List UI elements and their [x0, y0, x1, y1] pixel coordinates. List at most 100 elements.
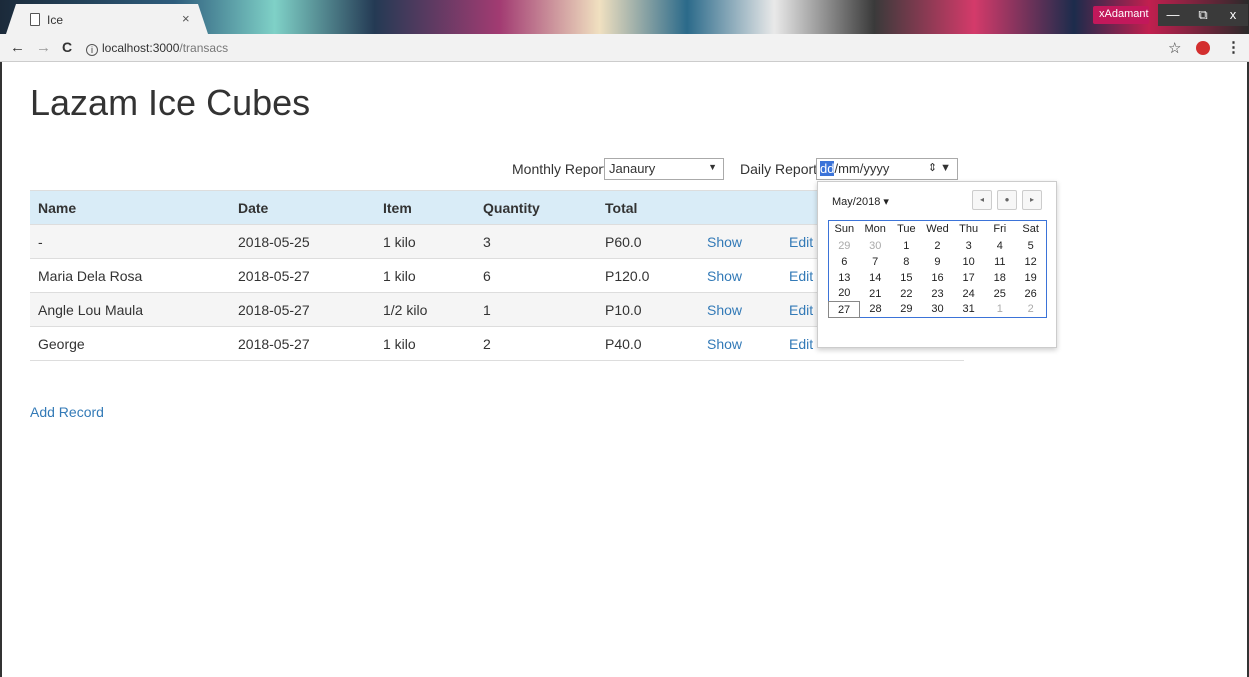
daily-report-label: Daily Report:	[740, 161, 821, 177]
day-cell[interactable]: 24	[953, 286, 984, 302]
close-window-icon[interactable]: x	[1218, 4, 1248, 26]
bookmark-star-icon[interactable]: ☆	[1168, 39, 1181, 57]
dropdown-arrow-icon: ▼	[708, 162, 717, 172]
monthly-report-value: Janaury	[609, 161, 656, 176]
day-cell[interactable]: 22	[891, 286, 922, 302]
forward-icon[interactable]: →	[36, 39, 51, 56]
cell-total: P120.0	[597, 258, 699, 293]
cell-item: 1/2 kilo	[375, 292, 475, 327]
column-header-total: Total	[597, 190, 699, 225]
day-cell[interactable]: 15	[891, 270, 922, 286]
day-cell[interactable]: 2	[1015, 302, 1046, 318]
date-day-segment[interactable]: dd	[820, 161, 835, 176]
cell-date: 2018-05-27	[230, 292, 375, 327]
week-row: 27 28 29 30 31 1 2	[827, 301, 1047, 318]
minimize-icon[interactable]: —	[1158, 4, 1188, 26]
show-link[interactable]: Show	[707, 268, 742, 284]
day-cell[interactable]: 12	[1015, 254, 1046, 270]
cell-date: 2018-05-27	[230, 326, 375, 361]
edit-link[interactable]: Edit	[789, 302, 813, 318]
cell-item: 1 kilo	[375, 224, 475, 259]
weekday-label: Sat	[1022, 223, 1039, 236]
add-record-link[interactable]: Add Record	[30, 404, 104, 420]
day-cell[interactable]: 4	[984, 238, 1015, 254]
day-cell[interactable]: 28	[860, 302, 891, 318]
day-cell[interactable]: 14	[860, 270, 891, 286]
day-cell[interactable]: 9	[922, 254, 953, 270]
day-cell[interactable]: 29	[891, 302, 922, 318]
day-cell[interactable]: 19	[1015, 270, 1046, 286]
monthly-report-select[interactable]: Janaury ▼	[604, 158, 724, 180]
date-spinner-icon[interactable]: ⇕ ▼	[928, 161, 951, 174]
reload-icon[interactable]: C	[62, 39, 72, 55]
show-link[interactable]: Show	[707, 234, 742, 250]
day-cell[interactable]: 31	[953, 302, 984, 318]
day-cell-today[interactable]: 27	[827, 301, 861, 318]
show-link[interactable]: Show	[707, 336, 742, 352]
back-icon[interactable]: ←	[10, 39, 25, 56]
day-cell[interactable]: 17	[953, 270, 984, 286]
day-cell[interactable]: 6	[829, 254, 860, 270]
weekday-header-row: Sun Mon Tue Wed Thu Fri Sat	[829, 221, 1047, 238]
day-cell[interactable]: 10	[953, 254, 984, 270]
cell-name: Maria Dela Rosa	[30, 258, 230, 293]
menu-icon[interactable]: ⋮	[1226, 38, 1241, 56]
column-header-quantity: Quantity	[475, 190, 597, 225]
day-cell[interactable]: 30	[922, 302, 953, 318]
today-dot-icon[interactable]: ●	[997, 190, 1017, 210]
column-header-name: Name	[30, 190, 230, 225]
date-picker-popup: May/2018 ▾ ◂ ● ▸ Sun Mon Tue Wed Thu Fri…	[817, 181, 1057, 348]
weekday-label: Wed	[926, 223, 949, 236]
edit-link[interactable]: Edit	[789, 268, 813, 284]
cell-date: 2018-05-25	[230, 224, 375, 259]
cell-total: P60.0	[597, 224, 699, 259]
day-cell[interactable]: 29	[829, 238, 860, 254]
profile-badge[interactable]: xAdamant	[1093, 6, 1149, 24]
day-cell[interactable]: 30	[860, 238, 891, 254]
show-link[interactable]: Show	[707, 302, 742, 318]
tab-close-icon[interactable]: ×	[182, 11, 190, 26]
extension-icon[interactable]	[1196, 41, 1210, 55]
edit-link[interactable]: Edit	[789, 234, 813, 250]
day-cell[interactable]: 5	[1015, 238, 1046, 254]
cell-name: -	[30, 224, 230, 259]
day-cell[interactable]: 16	[922, 270, 953, 286]
day-cell[interactable]: 3	[953, 238, 984, 254]
day-cell[interactable]: 26	[1015, 286, 1046, 302]
browser-tab[interactable]: Ice ×	[6, 4, 208, 34]
info-icon[interactable]: i	[86, 44, 98, 56]
day-cell[interactable]: 8	[891, 254, 922, 270]
day-cell[interactable]: 18	[984, 270, 1015, 286]
day-cell[interactable]: 21	[860, 286, 891, 302]
day-cell[interactable]: 1	[984, 302, 1015, 318]
date-rest-segment[interactable]: /mm/yyyy	[834, 161, 889, 176]
url-path: /transacs	[179, 41, 229, 55]
date-picker-month-select[interactable]: May/2018 ▾	[832, 195, 889, 208]
column-header-show	[699, 190, 781, 225]
day-cell[interactable]: 20	[829, 286, 860, 302]
url-field[interactable]: i localhost:3000/transacs	[86, 38, 1156, 58]
page-title: Lazam Ice Cubes	[30, 82, 311, 123]
day-cell[interactable]: 7	[860, 254, 891, 270]
day-cell[interactable]: 11	[984, 254, 1015, 270]
day-cell[interactable]: 1	[891, 238, 922, 254]
edit-link[interactable]: Edit	[789, 336, 813, 352]
next-month-icon[interactable]: ▸	[1022, 190, 1042, 210]
day-cell[interactable]: 23	[922, 286, 953, 302]
restore-icon[interactable]: ⧉	[1188, 4, 1218, 26]
cell-total: P40.0	[597, 326, 699, 361]
date-picker-grid: Sun Mon Tue Wed Thu Fri Sat 29 30 1 2 3 …	[827, 220, 1047, 318]
address-bar: ← → C i localhost:3000/transacs ☆ ⋮	[0, 34, 1249, 62]
week-row: 13 14 15 16 17 18 19	[829, 270, 1047, 286]
day-cell[interactable]: 13	[829, 270, 860, 286]
daily-report-date-input[interactable]: dd/mm/yyyy ⇕ ▼	[816, 158, 958, 180]
day-cell[interactable]: 2	[922, 238, 953, 254]
week-row: 6 7 8 9 10 11 12	[829, 254, 1047, 270]
day-cell[interactable]: 25	[984, 286, 1015, 302]
cell-item: 1 kilo	[375, 258, 475, 293]
cell-quantity: 3	[475, 224, 597, 259]
prev-month-icon[interactable]: ◂	[972, 190, 992, 210]
weekday-label: Thu	[959, 223, 979, 236]
column-header-item: Item	[375, 190, 475, 225]
week-row: 29 30 1 2 3 4 5	[829, 238, 1047, 254]
